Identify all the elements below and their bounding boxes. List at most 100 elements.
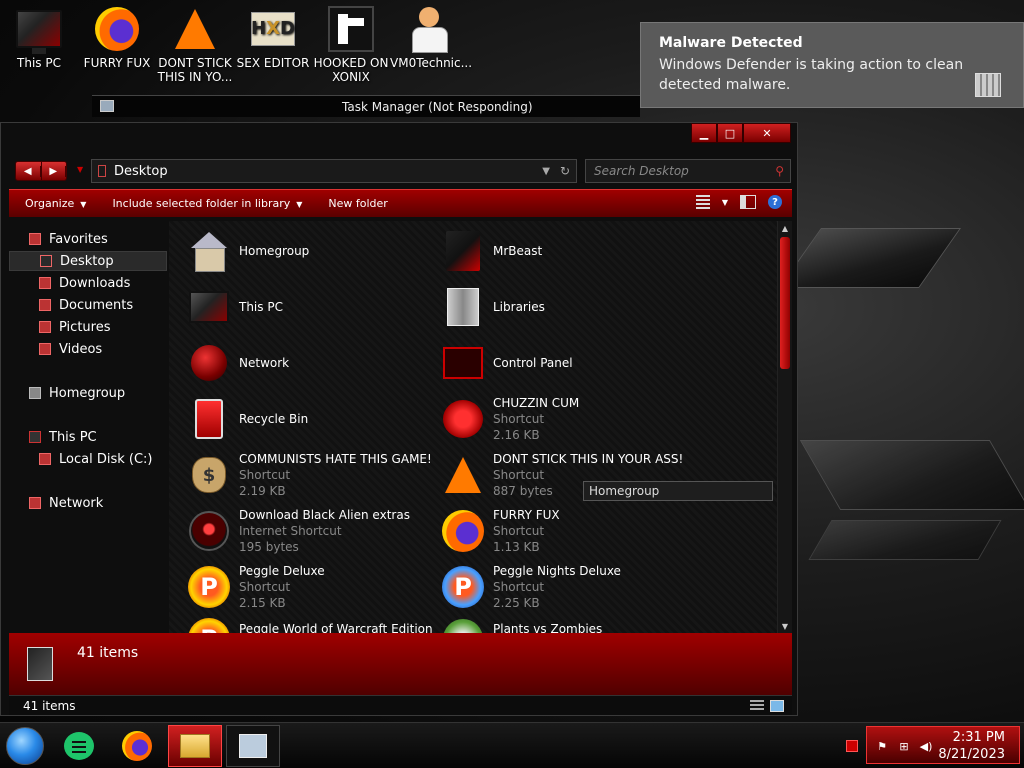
taskbar-firefox-button[interactable] — [110, 725, 164, 767]
taskbar-explorer-button[interactable] — [168, 725, 222, 767]
forward-button[interactable]: ▶ — [42, 162, 66, 180]
include-in-library-button[interactable]: Include selected folder in library ▼ — [102, 197, 312, 210]
firefox-icon — [93, 6, 141, 52]
back-button[interactable]: ◀ — [16, 162, 42, 180]
maximize-button[interactable]: □ — [717, 123, 743, 143]
vlc-cone-icon — [171, 6, 219, 52]
window-controls: ▁ □ ✕ — [691, 123, 791, 143]
nav-item-favorites[interactable]: Favorites — [9, 229, 167, 249]
refresh-icon[interactable]: ↻ — [560, 164, 570, 178]
list-item[interactable]: P Peggle Nights Deluxe Shortcut 2.25 KB — [441, 561, 691, 613]
list-item[interactable]: Libraries — [441, 281, 691, 333]
close-button[interactable]: ✕ — [743, 123, 791, 143]
scroll-up-icon[interactable]: ▲ — [778, 221, 792, 235]
nav-item-network[interactable]: Network — [9, 493, 167, 513]
navigation-pane: Favorites Desktop Downloads Documents Pi… — [9, 221, 167, 633]
list-item[interactable]: This PC — [187, 281, 437, 333]
item-name: Control Panel — [493, 356, 573, 370]
notification-title: Malware Detected — [659, 35, 803, 51]
explorer-window: ▁ □ ✕ ◀ ▶ ▼ Desktop ▼ ↻ Search Desktop ⚲… — [0, 122, 798, 716]
scrollbar-thumb[interactable] — [780, 237, 790, 369]
details-view-icon[interactable] — [750, 700, 764, 712]
notification-body: Windows Defender is taking action to cle… — [659, 57, 964, 93]
nav-label: Homegroup — [49, 385, 126, 401]
nav-item-downloads[interactable]: Downloads — [9, 273, 167, 293]
list-item[interactable]: $ COMMUNISTS HATE THIS GAME! Shortcut 2.… — [187, 449, 437, 501]
list-item[interactable]: FURRY FUX Shortcut 1.13 KB — [441, 505, 691, 557]
vertical-scrollbar[interactable]: ▲ ▼ — [777, 221, 792, 633]
network-icon[interactable]: ⊞ — [897, 739, 911, 753]
large-icons-view-icon[interactable] — [770, 700, 784, 712]
malware-notification[interactable]: Malware Detected Windows Defender is tak… — [640, 22, 1024, 108]
item-name: Peggle Deluxe — [239, 564, 325, 578]
chevron-down-icon[interactable]: ▼ — [722, 198, 728, 207]
list-item[interactable]: CHUZZIN CUM Shortcut 2.16 KB — [441, 393, 691, 445]
nav-item-documents[interactable]: Documents — [9, 295, 167, 315]
start-button[interactable] — [6, 727, 44, 765]
nav-item-desktop[interactable]: Desktop — [9, 251, 167, 271]
task-manager-titlebar[interactable]: Task Manager (Not Responding) — [92, 95, 640, 117]
task-manager-icon — [100, 100, 114, 112]
nav-label: Favorites — [49, 231, 108, 247]
taskbar-chat-button[interactable] — [52, 725, 106, 767]
item-name: MrBeast — [493, 244, 543, 258]
desktop-icon-label: VM0Technic... — [390, 56, 473, 70]
preview-pane-icon[interactable] — [740, 195, 756, 209]
monitor-icon — [29, 431, 41, 443]
desktop-icon-dont-stick[interactable]: DONT STICK THIS IN YO... — [156, 6, 234, 84]
search-input[interactable]: Search Desktop ⚲ — [585, 159, 791, 183]
clock[interactable]: 2:31 PM 8/21/2023 — [938, 729, 1005, 763]
list-item[interactable]: Control Panel — [441, 337, 691, 389]
chevron-down-icon[interactable]: ▼ — [542, 166, 550, 177]
homegroup-icon — [187, 229, 231, 273]
nav-item-pictures[interactable]: Pictures — [9, 317, 167, 337]
list-item[interactable]: Download Black Alien extras Internet Sho… — [187, 505, 437, 557]
pvz-icon — [441, 617, 485, 633]
wallpaper-shape — [808, 520, 1002, 560]
list-item[interactable]: Homegroup — [187, 225, 437, 277]
nav-item-local-disk[interactable]: Local Disk (C:) — [9, 449, 167, 469]
item-type: Shortcut — [239, 580, 291, 594]
nav-item-this-pc[interactable]: This PC — [9, 427, 167, 447]
nav-item-videos[interactable]: Videos — [9, 339, 167, 359]
network-icon — [29, 497, 41, 509]
list-item[interactable]: P Peggle Deluxe Shortcut 2.15 KB — [187, 561, 437, 613]
taskbar-task-manager-button[interactable] — [226, 725, 280, 767]
desktop-icon-furry-fux[interactable]: FURRY FUX — [78, 6, 156, 70]
peggle-icon: P — [187, 565, 231, 609]
recent-pages-dropdown[interactable]: ▼ — [77, 165, 83, 174]
item-type: Shortcut — [239, 468, 291, 482]
list-item[interactable]: Recycle Bin — [187, 393, 437, 445]
show-hidden-icons-button[interactable] — [846, 740, 858, 752]
item-name: Plants vs Zombies — [493, 622, 603, 633]
desktop-icon-sex-editor[interactable]: HXD SEX EDITOR — [234, 6, 312, 70]
search-icon[interactable]: ⚲ — [775, 164, 784, 178]
item-name: FURRY FUX — [493, 508, 560, 522]
address-bar[interactable]: Desktop ▼ ↻ — [91, 159, 577, 183]
change-view-icon[interactable] — [695, 195, 710, 209]
list-item[interactable]: Network — [187, 337, 437, 389]
nav-label: This PC — [49, 429, 97, 445]
nav-label: Network — [49, 495, 104, 511]
volume-icon[interactable]: ◀) — [919, 739, 933, 753]
action-center-flag-icon[interactable]: ⚑ — [875, 739, 889, 753]
organize-button[interactable]: Organize ▼ — [15, 197, 96, 210]
desktop-icon-hooked-on-xonix[interactable]: HOOKED ON XONIX — [312, 6, 390, 84]
scroll-down-icon[interactable]: ▼ — [778, 619, 792, 633]
desktop-icon-vm0technic[interactable]: VM0Technic... — [390, 6, 473, 70]
item-name: Homegroup — [239, 244, 310, 258]
item-type: Shortcut — [493, 580, 545, 594]
include-label: Include selected folder in library — [112, 197, 291, 210]
help-icon[interactable]: ? — [768, 195, 782, 209]
list-item[interactable]: MrBeast — [441, 225, 691, 277]
item-size: 1.13 KB — [493, 540, 540, 554]
item-size: 2.15 KB — [239, 596, 286, 610]
desktop-icon-this-pc[interactable]: This PC — [0, 6, 78, 70]
file-list: Homegroup MrBeast This PC Libraries Netw… — [169, 221, 777, 633]
list-item[interactable]: P Peggle World of Warcraft Edition — [187, 617, 437, 633]
new-folder-button[interactable]: New folder — [318, 197, 397, 210]
nav-item-homegroup[interactable]: Homegroup — [9, 383, 167, 403]
list-item[interactable]: Plants vs Zombies — [441, 617, 691, 633]
vlc-cone-icon — [441, 453, 485, 497]
minimize-button[interactable]: ▁ — [691, 123, 717, 143]
